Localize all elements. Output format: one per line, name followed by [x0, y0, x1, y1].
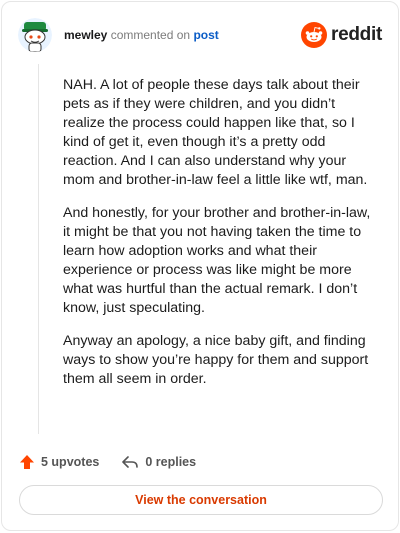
reddit-wordmark: reddit: [331, 24, 382, 45]
replies-button[interactable]: 0 replies: [121, 454, 196, 470]
comment-paragraph: NAH. A lot of people these days talk abo…: [63, 77, 368, 188]
username-link[interactable]: mewley: [64, 28, 107, 42]
comment-footer: 5 upvotes 0 replies: [19, 452, 196, 472]
post-link[interactable]: post: [193, 28, 218, 42]
action-text: commented on: [110, 28, 191, 42]
upvotes-count: 5 upvotes: [41, 455, 100, 469]
user-avatar[interactable]: [18, 18, 52, 52]
upvotes-button[interactable]: 5 upvotes: [19, 454, 99, 470]
reddit-brand[interactable]: reddit: [301, 22, 382, 48]
comment-paragraph: Anyway an apology, a nice baby gift, and…: [63, 333, 369, 387]
upvote-arrow-icon: [20, 455, 34, 469]
view-conversation-button[interactable]: View the conversation: [19, 485, 383, 515]
comment-byline: mewley commented on post: [64, 28, 219, 42]
replies-count: 0 replies: [145, 455, 197, 469]
snoo-avatar-icon: [18, 18, 52, 52]
thread-line: [38, 64, 39, 434]
comment-header: mewley commented on post reddit: [18, 16, 384, 56]
reply-arrow-icon: [122, 456, 139, 468]
comment-card: mewley commented on post reddit NAH. A l…: [1, 1, 399, 531]
reddit-logo-icon: [301, 22, 328, 48]
comment-paragraph: And honestly, for your brother and broth…: [63, 205, 371, 316]
comment-body: NAH. A lot of people these days talk abo…: [63, 76, 379, 403]
